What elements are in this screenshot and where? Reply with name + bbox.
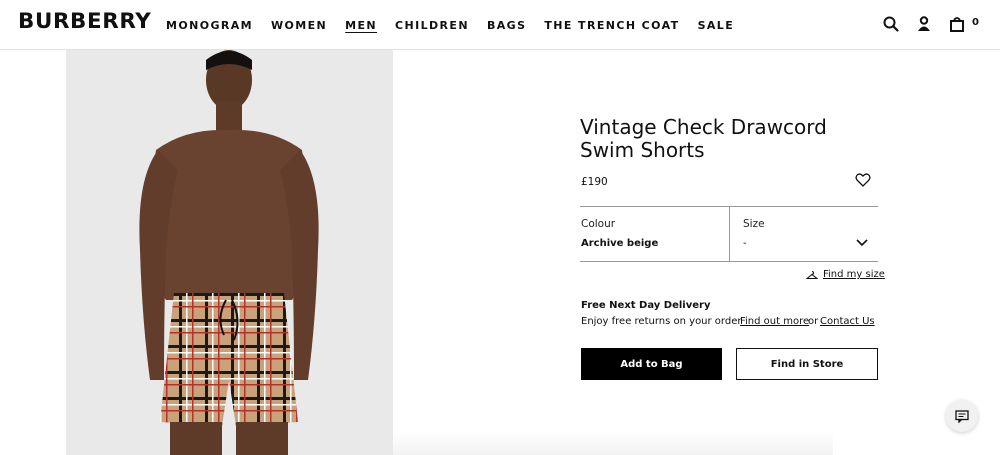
nav-item-bags[interactable]: BAGS: [487, 19, 526, 32]
delivery-subtitle: Enjoy free returns on your order: [581, 316, 742, 327]
size-value: -: [743, 238, 747, 249]
hanger-icon: [806, 270, 818, 279]
heart-icon[interactable]: [855, 172, 871, 188]
find-out-more-link[interactable]: Find out more: [740, 316, 809, 327]
account-icon[interactable]: [915, 15, 933, 33]
nav-item-sale[interactable]: SALE: [698, 19, 735, 32]
product-title: Vintage Check Drawcord Swim Shorts: [580, 115, 827, 162]
product-image[interactable]: [66, 50, 393, 455]
chat-button[interactable]: [946, 400, 978, 432]
size-label: Size: [743, 218, 765, 230]
nav-item-men[interactable]: MEN: [345, 19, 377, 32]
colour-selector[interactable]: Colour Archive beige: [580, 207, 729, 262]
or-text: or: [808, 316, 819, 327]
find-in-store-button[interactable]: Find in Store: [736, 348, 878, 380]
find-my-size-link[interactable]: Find my size: [806, 269, 885, 280]
contact-us-link[interactable]: Contact Us: [820, 316, 875, 327]
nav-item-women[interactable]: WOMEN: [271, 19, 327, 32]
nav-item-trench-coat[interactable]: THE TRENCH COAT: [544, 19, 679, 32]
sticky-bar-shadow: [393, 430, 833, 455]
add-to-bag-button[interactable]: Add to Bag: [581, 348, 722, 380]
variant-selector: Colour Archive beige Size -: [580, 206, 878, 262]
colour-label: Colour: [581, 218, 616, 230]
brand-logo[interactable]: BURBERRY: [18, 9, 151, 33]
site-header: BURBERRY MONOGRAM WOMEN MEN CHILDREN BAG…: [0, 0, 1000, 50]
bag-count: 0: [972, 17, 979, 28]
model-illustration: [66, 50, 393, 455]
nav-item-monogram[interactable]: MONOGRAM: [166, 19, 253, 32]
find-my-size-label: Find my size: [823, 269, 885, 280]
size-selector[interactable]: Size -: [730, 207, 878, 262]
product-price: £190: [581, 176, 608, 188]
search-icon[interactable]: [882, 15, 900, 33]
colour-value: Archive beige: [581, 238, 659, 249]
delivery-title: Free Next Day Delivery: [581, 300, 711, 311]
bag-icon[interactable]: [948, 15, 966, 33]
nav-item-children[interactable]: CHILDREN: [395, 19, 469, 32]
chat-icon: [955, 409, 969, 423]
main-nav: MONOGRAM WOMEN MEN CHILDREN BAGS THE TRE…: [166, 19, 752, 32]
chevron-down-icon: [856, 239, 868, 247]
